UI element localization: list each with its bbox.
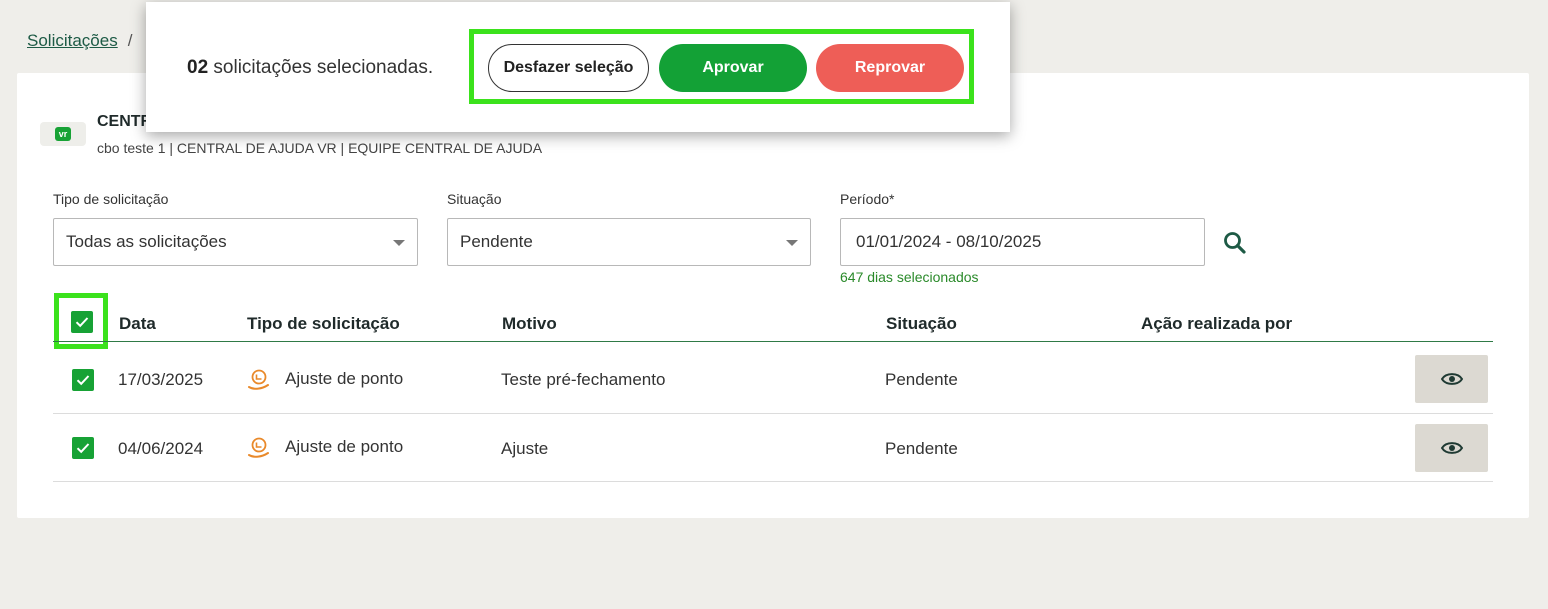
row-1-status: Pendente: [885, 370, 958, 389]
check-icon: [75, 317, 89, 328]
selection-action-bar: 02 solicitações selecionadas. Desfazer s…: [146, 2, 1010, 132]
company-subtitle: cbo teste 1 | CENTRAL DE AJUDA VR | EQUI…: [97, 140, 543, 156]
table-header-divider: [53, 341, 1493, 342]
period-filter-label: Período*: [840, 191, 895, 207]
period-value: 01/01/2024 - 08/10/2025: [856, 232, 1042, 251]
status-filter-value: Pendente: [460, 232, 533, 251]
status-filter-label: Situação: [447, 191, 502, 207]
row-1-view-button[interactable]: [1415, 355, 1488, 403]
row-divider: [53, 413, 1493, 414]
row-divider: [53, 481, 1493, 482]
header-status[interactable]: Situação: [886, 314, 957, 334]
row-2-checkbox[interactable]: [72, 437, 94, 459]
type-filter-label: Tipo de solicitação: [53, 191, 169, 207]
eye-icon: [1440, 373, 1463, 385]
search-icon: [1224, 232, 1246, 254]
row-2-view-button[interactable]: [1415, 424, 1488, 472]
chevron-down-icon: [393, 240, 405, 246]
company-name: CENTR: [97, 113, 153, 130]
eye-icon: [1440, 442, 1463, 454]
header-request-type[interactable]: Tipo de solicitação: [247, 314, 400, 334]
clock-hand-icon: [248, 437, 269, 458]
row-2-reason: Ajuste: [501, 439, 549, 458]
type-filter-select[interactable]: Todas as solicitações: [53, 218, 418, 266]
header-date[interactable]: Data: [119, 314, 156, 334]
row-2-type: Ajuste de ponto: [285, 437, 404, 456]
company-logo: vr: [40, 122, 86, 146]
row-1-checkbox[interactable]: [72, 369, 94, 391]
row-1-type: Ajuste de ponto: [285, 369, 404, 388]
row-2-status: Pendente: [885, 439, 958, 458]
check-icon: [76, 443, 90, 454]
type-filter-value: Todas as solicitações: [66, 232, 227, 251]
undo-selection-button[interactable]: Desfazer seleção: [488, 44, 649, 92]
check-icon: [76, 375, 90, 386]
reject-button[interactable]: Reprovar: [816, 44, 964, 92]
vr-logo-icon: vr: [55, 127, 71, 141]
header-reason[interactable]: Motivo: [502, 314, 557, 334]
period-input[interactable]: 01/01/2024 - 08/10/2025: [840, 218, 1205, 266]
breadcrumb: Solicitações /: [27, 31, 132, 51]
select-all-checkbox[interactable]: [71, 311, 93, 333]
row-2-date: 04/06/2024: [118, 439, 204, 458]
row-1-reason: Teste pré-fechamento: [501, 370, 666, 389]
breadcrumb-separator: /: [127, 31, 133, 50]
approve-button[interactable]: Aprovar: [659, 44, 807, 92]
header-action-by[interactable]: Ação realizada por: [1141, 314, 1292, 334]
period-helper-text: 647 dias selecionados: [840, 269, 979, 285]
selection-count: 02: [187, 57, 209, 78]
clock-hand-icon: [248, 369, 269, 390]
chevron-down-icon: [786, 240, 798, 246]
breadcrumb-solicitacoes-link[interactable]: Solicitações: [27, 31, 118, 50]
row-1-date: 17/03/2025: [118, 370, 204, 389]
status-filter-select[interactable]: Pendente: [447, 218, 811, 266]
selection-count-text: 02 solicitações selecionadas.: [187, 57, 433, 79]
search-button[interactable]: [1222, 230, 1248, 256]
selection-count-label: solicitações selecionadas.: [208, 57, 434, 78]
